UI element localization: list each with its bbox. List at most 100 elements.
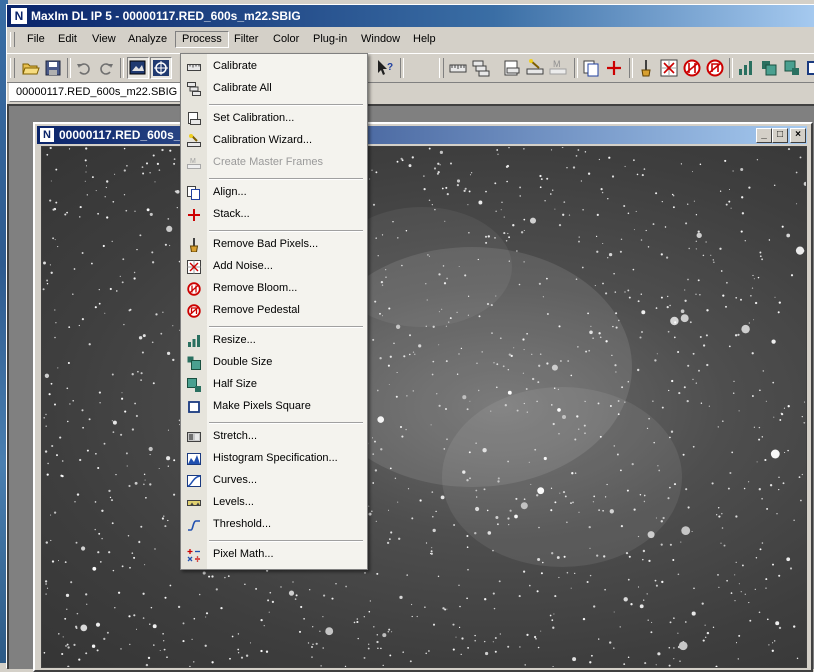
menu-item-make-pixels-square[interactable]: Make Pixels Square [181, 396, 367, 418]
menu-file[interactable]: File [21, 32, 51, 47]
add-noise-icon [187, 260, 201, 274]
undo-icon[interactable] [74, 58, 94, 78]
remove-bloom-icon[interactable] [682, 58, 702, 78]
menu-help[interactable]: Help [407, 32, 442, 47]
open-icon[interactable] [21, 58, 41, 78]
screen-stretch-icon[interactable] [127, 57, 149, 79]
bad-pixels-icon[interactable] [636, 58, 656, 78]
menu-item-half-size[interactable]: Half Size [181, 374, 367, 396]
master-frames-icon: M [187, 156, 201, 170]
menu-item-stack[interactable]: Stack... [181, 204, 367, 226]
menu-item-label: Stack... [213, 208, 250, 220]
menu-item-label: Remove Bloom... [213, 282, 298, 294]
toolbar-separator [67, 58, 71, 78]
menu-item-label: Histogram Specification... [213, 452, 338, 464]
menu-item-label: Set Calibration... [213, 112, 295, 124]
align-icon[interactable] [581, 58, 601, 78]
menu-item-remove-bad-pixels[interactable]: Remove Bad Pixels... [181, 234, 367, 256]
mdi-workspace: N 00000117.RED_600s_m22.SBIG _ □ × [7, 104, 814, 672]
maximize-button[interactable]: □ [772, 128, 788, 143]
menu-item-label: Levels... [213, 496, 254, 508]
pixel-math-icon [187, 548, 201, 562]
redo-icon[interactable] [96, 58, 116, 78]
master-frames-icon[interactable]: M [548, 58, 568, 78]
menu-plugin[interactable]: Plug-in [307, 32, 353, 47]
astronomical-image[interactable] [41, 146, 807, 668]
remove-pedestal-icon[interactable] [705, 58, 725, 78]
app-title-bar[interactable]: N MaxIm DL IP 5 - 00000117.RED_600s_m22.… [7, 5, 814, 27]
menu-item-remove-pedestal[interactable]: Remove Pedestal [181, 300, 367, 322]
svg-text:M: M [553, 59, 561, 69]
menu-separator [209, 326, 363, 328]
levels-icon [187, 496, 201, 510]
document-tab[interactable]: 00000117.RED_600s_m22.SBIG [9, 83, 185, 102]
menu-filter[interactable]: Filter [228, 32, 264, 47]
curves-icon [187, 474, 201, 488]
save-icon[interactable] [43, 58, 63, 78]
menu-item-set-calibration[interactable]: Set Calibration... [181, 108, 367, 130]
stretch-icon [187, 430, 201, 444]
app-window: N MaxIm DL IP 5 - 00000117.RED_600s_m22.… [6, 4, 814, 672]
menu-item-resize[interactable]: Resize... [181, 330, 367, 352]
menu-item-label: Resize... [213, 334, 256, 346]
menu-process[interactable]: Process [175, 31, 229, 48]
menu-item-align[interactable]: Align... [181, 182, 367, 204]
crosshair-icon[interactable] [150, 57, 172, 79]
add-noise-icon[interactable] [659, 58, 679, 78]
menu-color[interactable]: Color [267, 32, 305, 47]
help-pointer-icon[interactable]: ? [375, 58, 395, 78]
set-calibration-icon[interactable] [502, 58, 522, 78]
app-logo-icon: N [11, 8, 27, 24]
menu-item-create-master-frames[interactable]: M Create Master Frames [181, 152, 367, 174]
toolbar-grip [10, 58, 15, 78]
menu-item-histogram-specification[interactable]: Histogram Specification... [181, 448, 367, 470]
resize-icon[interactable] [736, 58, 756, 78]
calibrate-icon [187, 60, 201, 74]
align-icon [187, 186, 201, 200]
double-size-icon[interactable] [759, 58, 779, 78]
image-window: N 00000117.RED_600s_m22.SBIG _ □ × [33, 122, 813, 672]
square-pixels-icon [187, 400, 201, 414]
menu-view[interactable]: View [86, 32, 122, 47]
menu-item-label: Pixel Math... [213, 548, 274, 560]
close-button[interactable]: × [790, 128, 806, 143]
stack-icon[interactable] [604, 58, 624, 78]
calibrate-all-icon[interactable] [471, 58, 491, 78]
menu-edit[interactable]: Edit [52, 32, 83, 47]
menu-item-label: Curves... [213, 474, 258, 486]
menu-item-label: Calibrate [213, 60, 258, 72]
menu-item-double-size[interactable]: Double Size [181, 352, 367, 374]
menu-item-calibrate-all[interactable]: Calibrate All [181, 78, 367, 100]
set-calibration-icon [187, 112, 201, 126]
toolbar-grip [439, 58, 444, 78]
bad-pixels-icon [187, 238, 201, 253]
image-window-logo-icon: N [40, 128, 54, 142]
menu-item-label: Add Noise... [213, 260, 273, 272]
menu-item-stretch[interactable]: Stretch... [181, 426, 367, 448]
menu-item-threshold[interactable]: Threshold... [181, 514, 367, 536]
half-size-icon[interactable] [782, 58, 802, 78]
menu-item-pixel-math[interactable]: Pixel Math... [181, 544, 367, 566]
calibration-wizard-icon[interactable] [525, 58, 545, 78]
menu-window[interactable]: Window [355, 32, 406, 47]
menu-item-remove-bloom[interactable]: Remove Bloom... [181, 278, 367, 300]
square-pixels-icon[interactable] [804, 58, 814, 78]
stack-icon [187, 208, 201, 222]
half-size-icon [187, 378, 201, 392]
menu-item-calibration-wizard[interactable]: Calibration Wizard... [181, 130, 367, 152]
menu-item-add-noise[interactable]: Add Noise... [181, 256, 367, 278]
menu-analyze[interactable]: Analyze [122, 32, 173, 47]
calibrate-icon[interactable] [448, 58, 468, 78]
resize-icon [187, 334, 201, 348]
menu-item-label: Double Size [213, 356, 273, 368]
menu-item-calibrate[interactable]: Calibrate [181, 56, 367, 78]
calibration-wizard-icon [187, 134, 201, 148]
menu-item-label: Calibrate All [213, 82, 272, 94]
menu-item-levels[interactable]: Levels... [181, 492, 367, 514]
menu-item-label: Half Size [213, 378, 258, 390]
minimize-button[interactable]: _ [756, 128, 772, 143]
menu-item-curves[interactable]: Curves... [181, 470, 367, 492]
image-window-title-bar[interactable]: N 00000117.RED_600s_m22.SBIG _ □ × [37, 126, 807, 144]
menu-separator [209, 104, 363, 106]
menu-separator [209, 422, 363, 424]
